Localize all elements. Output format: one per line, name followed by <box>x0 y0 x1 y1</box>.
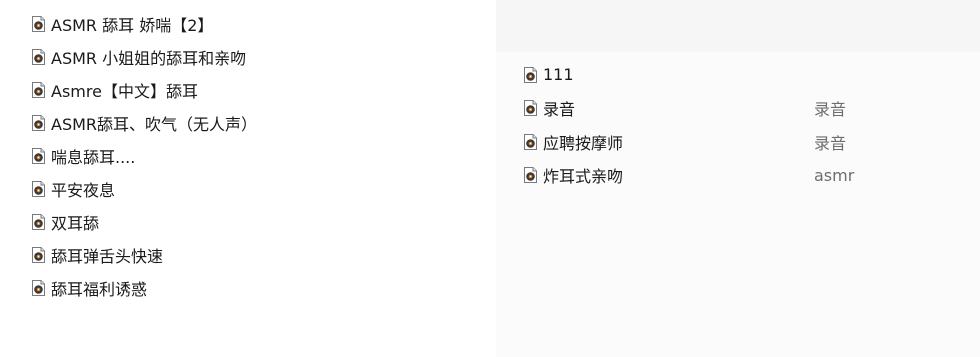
audio-file-icon <box>32 15 45 32</box>
right-file-pane: 111 录音 录音 应聘按摩师 录音 炸耳式亲吻 asmr <box>496 0 980 357</box>
file-item[interactable]: 喘息舔耳.... <box>32 139 257 172</box>
file-list-screen: ASMR 舔耳 娇喘【2】 ASMR 小姐姐的舔耳和亲吻 Asmre【中文】舔耳… <box>0 0 980 357</box>
file-item[interactable]: 炸耳式亲吻 asmr <box>524 159 964 193</box>
file-note: 录音 <box>814 100 847 120</box>
audio-file-icon <box>524 167 537 184</box>
right-file-list: 111 录音 录音 应聘按摩师 录音 炸耳式亲吻 asmr <box>524 58 964 192</box>
file-item[interactable]: 舔耳弹舌头快速 <box>32 238 257 271</box>
file-name: 111 <box>543 65 574 85</box>
file-name: 应聘按摩师 <box>543 133 624 153</box>
audio-file-icon <box>524 66 537 83</box>
file-item[interactable]: ASMR舔耳、吹气（无人声） <box>32 106 257 139</box>
audio-file-icon <box>32 114 45 131</box>
audio-file-icon <box>524 133 537 150</box>
file-name: 舔耳弹舌头快速 <box>51 246 164 266</box>
audio-file-icon <box>32 180 45 197</box>
file-item[interactable]: 录音 录音 <box>524 92 964 126</box>
file-name: Asmre【中文】舔耳 <box>51 81 198 101</box>
file-name: 双耳舔 <box>51 213 100 233</box>
file-item[interactable]: 平安夜息 <box>32 172 257 205</box>
audio-file-icon <box>32 279 45 296</box>
file-note: asmr <box>814 165 855 185</box>
file-item[interactable]: 应聘按摩师 录音 <box>524 125 964 159</box>
file-item[interactable]: 双耳舔 <box>32 205 257 238</box>
audio-file-icon <box>32 246 45 263</box>
file-item[interactable]: ASMR 舔耳 娇喘【2】 <box>32 7 257 40</box>
file-name: 喘息舔耳.... <box>51 147 136 167</box>
file-name: ASMR 小姐姐的舔耳和亲吻 <box>51 48 247 68</box>
left-file-pane: ASMR 舔耳 娇喘【2】 ASMR 小姐姐的舔耳和亲吻 Asmre【中文】舔耳… <box>0 0 496 357</box>
file-name: ASMR舔耳、吹气（无人声） <box>51 114 258 134</box>
file-name: 炸耳式亲吻 <box>543 167 624 187</box>
pane-header-strip <box>496 0 980 52</box>
audio-file-icon <box>524 100 537 117</box>
audio-file-icon <box>32 81 45 98</box>
file-name: 录音 <box>543 100 576 120</box>
file-item[interactable]: ASMR 小姐姐的舔耳和亲吻 <box>32 40 257 73</box>
left-file-list: ASMR 舔耳 娇喘【2】 ASMR 小姐姐的舔耳和亲吻 Asmre【中文】舔耳… <box>32 7 257 304</box>
file-item[interactable]: 舔耳福利诱惑 <box>32 271 257 304</box>
file-name: 平安夜息 <box>51 180 116 200</box>
file-note: 录音 <box>814 133 847 153</box>
audio-file-icon <box>32 147 45 164</box>
file-item[interactable]: 111 <box>524 58 964 92</box>
file-name: 舔耳福利诱惑 <box>51 279 148 299</box>
file-item[interactable]: Asmre【中文】舔耳 <box>32 73 257 106</box>
file-name: ASMR 舔耳 娇喘【2】 <box>51 15 214 35</box>
audio-file-icon <box>32 48 45 65</box>
audio-file-icon <box>32 213 45 230</box>
